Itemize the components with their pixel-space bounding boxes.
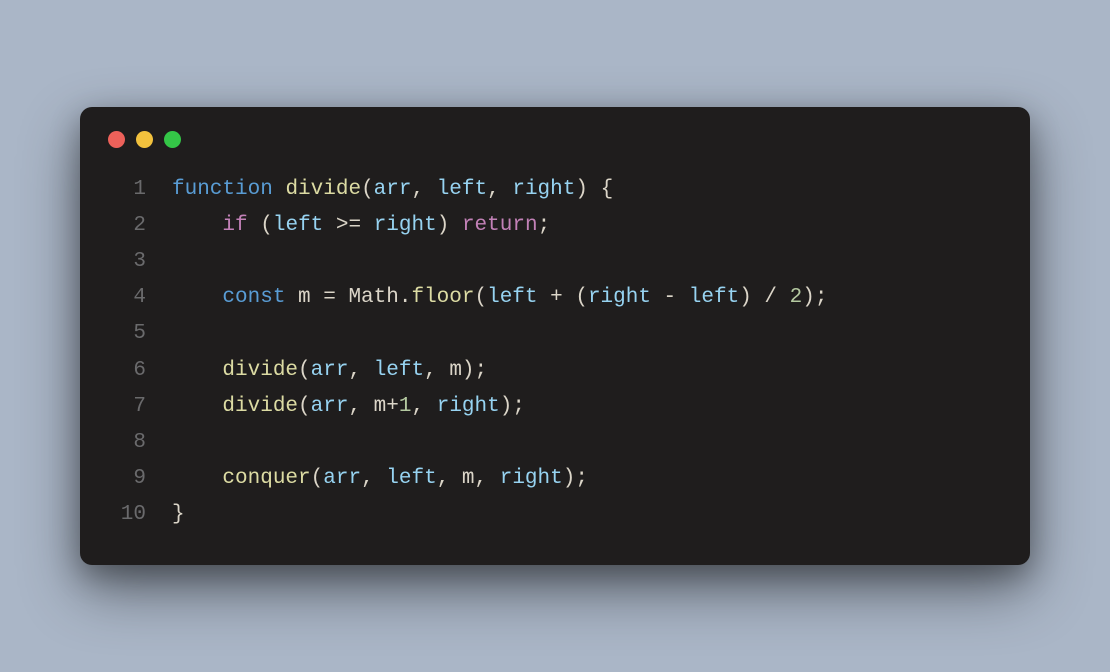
code-token: m = Math.: [285, 286, 411, 309]
line-number: 7: [108, 389, 146, 425]
code-content: if (left >= right) return;: [172, 208, 550, 244]
code-content: [172, 316, 185, 352]
code-token: left: [374, 359, 424, 382]
code-token: [172, 359, 222, 382]
line-number: 1: [108, 172, 146, 208]
code-content: const m = Math.floor(left + (right - lef…: [172, 280, 827, 316]
code-token: ) /: [739, 286, 789, 309]
code-line: 7 divide(arr, m+1, right);: [108, 389, 1002, 425]
code-token: [172, 214, 222, 237]
code-token: left: [487, 286, 537, 309]
zoom-icon[interactable]: [164, 131, 181, 148]
code-token: left: [689, 286, 739, 309]
code-token: (: [248, 214, 273, 237]
code-line: 5: [108, 316, 1002, 352]
code-token: right: [437, 395, 500, 418]
line-number: 8: [108, 425, 146, 461]
code-line: 8: [108, 425, 1002, 461]
code-token: ,: [487, 178, 512, 201]
code-token: [172, 467, 222, 490]
code-token: (: [298, 395, 311, 418]
code-token: , m+: [348, 395, 398, 418]
code-token: divide: [222, 395, 298, 418]
code-token: divide: [285, 178, 361, 201]
code-editor: 1function divide(arr, left, right) {2 if…: [108, 172, 1002, 533]
code-token: ,: [348, 359, 373, 382]
code-token: (: [361, 178, 374, 201]
minimize-icon[interactable]: [136, 131, 153, 148]
code-token: function: [172, 178, 273, 201]
code-token: ) {: [575, 178, 613, 201]
code-token: );: [563, 467, 588, 490]
code-token: right: [512, 178, 575, 201]
code-content: [172, 244, 185, 280]
code-token: -: [651, 286, 689, 309]
code-token: [172, 395, 222, 418]
code-line: 9 conquer(arr, left, m, right);: [108, 461, 1002, 497]
code-token: , m,: [437, 467, 500, 490]
code-token: ;: [538, 214, 551, 237]
code-token: arr: [311, 359, 349, 382]
line-number: 4: [108, 280, 146, 316]
window-titlebar: [108, 131, 1002, 148]
code-token: right: [588, 286, 651, 309]
code-token: left: [386, 467, 436, 490]
code-token: (: [311, 467, 324, 490]
code-token: (: [298, 359, 311, 382]
code-line: 6 divide(arr, left, m);: [108, 353, 1002, 389]
code-content: divide(arr, m+1, right);: [172, 389, 525, 425]
code-token: + (: [538, 286, 588, 309]
code-token: ,: [412, 395, 437, 418]
code-token: const: [222, 286, 285, 309]
code-token: 2: [790, 286, 803, 309]
line-number: 6: [108, 353, 146, 389]
code-token: arr: [323, 467, 361, 490]
code-token: }: [172, 503, 185, 526]
code-token: ): [437, 214, 462, 237]
code-content: divide(arr, left, m);: [172, 353, 487, 389]
code-token: arr: [374, 178, 412, 201]
code-token: ,: [411, 178, 436, 201]
code-token: left: [273, 214, 323, 237]
code-content: conquer(arr, left, m, right);: [172, 461, 588, 497]
code-token: , m);: [424, 359, 487, 382]
code-token: arr: [311, 395, 349, 418]
code-token: );: [500, 395, 525, 418]
code-line: 3: [108, 244, 1002, 280]
code-window: 1function divide(arr, left, right) {2 if…: [80, 107, 1030, 565]
code-token: right: [374, 214, 437, 237]
code-token: [172, 286, 222, 309]
code-content: [172, 425, 185, 461]
code-token: );: [802, 286, 827, 309]
line-number: 2: [108, 208, 146, 244]
line-number: 5: [108, 316, 146, 352]
code-token: if: [222, 214, 247, 237]
code-token: [273, 178, 286, 201]
code-token: >=: [323, 214, 373, 237]
code-line: 10}: [108, 497, 1002, 533]
code-token: (: [474, 286, 487, 309]
code-line: 4 const m = Math.floor(left + (right - l…: [108, 280, 1002, 316]
code-token: floor: [411, 286, 474, 309]
line-number: 3: [108, 244, 146, 280]
code-line: 2 if (left >= right) return;: [108, 208, 1002, 244]
code-token: left: [437, 178, 487, 201]
line-number: 10: [108, 497, 146, 533]
code-token: ,: [361, 467, 386, 490]
code-token: right: [500, 467, 563, 490]
code-token: divide: [222, 359, 298, 382]
close-icon[interactable]: [108, 131, 125, 148]
code-token: conquer: [222, 467, 310, 490]
code-content: }: [172, 497, 185, 533]
code-token: return: [462, 214, 538, 237]
code-content: function divide(arr, left, right) {: [172, 172, 613, 208]
code-line: 1 function divide(arr, left, right) {: [108, 172, 1002, 208]
code-token: 1: [399, 395, 412, 418]
line-number: 9: [108, 461, 146, 497]
